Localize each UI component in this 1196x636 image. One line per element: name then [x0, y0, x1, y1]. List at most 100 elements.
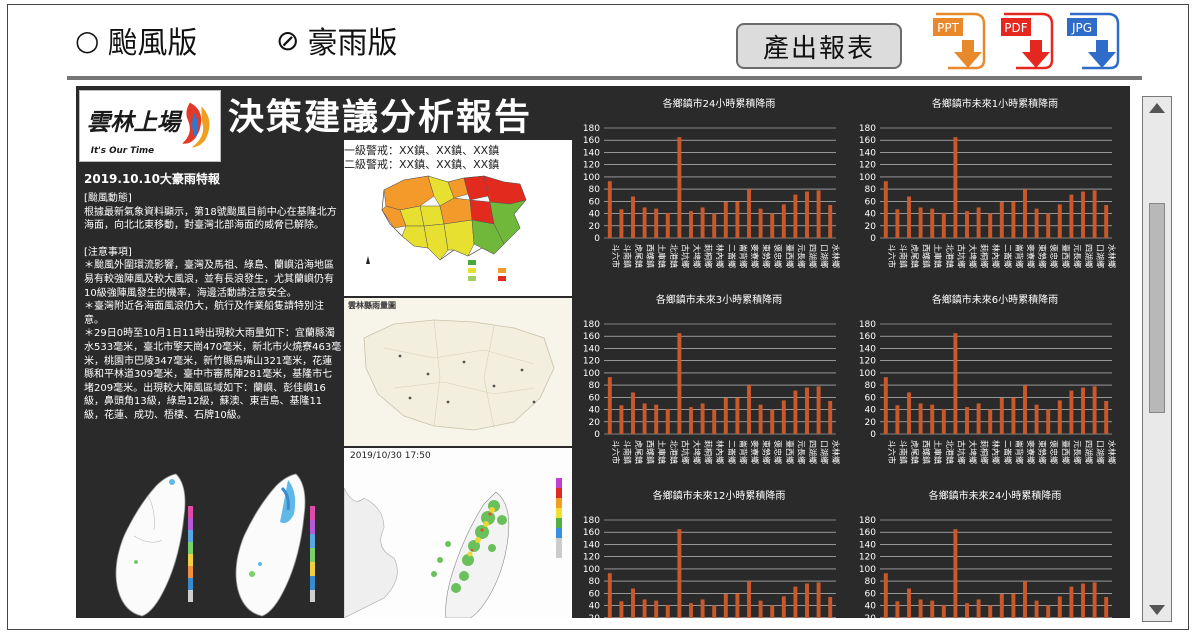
bar	[930, 404, 935, 434]
bar	[619, 601, 624, 618]
y-tick-label: 140	[583, 344, 600, 354]
bar	[941, 604, 946, 618]
scroll-down-button[interactable]	[1143, 599, 1171, 621]
bar	[747, 581, 751, 618]
x-tick-label: 虎尾鎮	[910, 244, 920, 268]
chart-title: 各鄉鎮市未來24小時累積降雨	[929, 489, 1062, 502]
y-tick-label: 60	[865, 589, 877, 599]
export-jpg-button[interactable]: JPG	[1064, 10, 1124, 72]
rainfall-charts: 各鄉鎮市24小時累積降雨 0 20 40 60 80 100 120 140 160 180 斗六市斗…	[574, 86, 1130, 618]
x-tick-label: 臺西鄉	[1061, 440, 1071, 464]
chart-title: 各鄉鎮市未來12小時累積降雨	[653, 489, 786, 502]
bar	[1081, 387, 1085, 434]
bar	[677, 333, 682, 434]
x-tick-label: 元長鄉	[1072, 440, 1082, 464]
y-tick-label: 100	[583, 369, 600, 379]
y-tick-label: 140	[583, 540, 600, 550]
scroll-up-button[interactable]	[1143, 97, 1171, 119]
x-tick-label: 斗南鎮	[898, 244, 908, 268]
bar	[758, 208, 763, 238]
bar	[895, 209, 900, 238]
x-tick-label: 麥寮鄉	[750, 244, 760, 268]
y-tick-label: 20	[589, 614, 601, 618]
y-tick-label: 160	[583, 332, 600, 342]
y-tick-label: 0	[870, 430, 876, 440]
bar	[654, 600, 659, 618]
bar	[712, 409, 717, 434]
x-tick-label: 口湖鄉	[820, 244, 830, 268]
chart-title: 各鄉鎮市未來1小時累積降雨	[932, 97, 1058, 110]
x-tick-label: 大埤鄉	[968, 244, 978, 268]
x-tick-label: 東勢鄉	[762, 244, 772, 268]
y-tick-label: 80	[865, 185, 877, 195]
bar	[781, 204, 786, 238]
y-tick-label: 180	[583, 124, 600, 134]
bar	[941, 212, 946, 238]
chart-4: 各鄉鎮市未來6小時累積降雨 0 20 40 60 80 100 120 140 160 180 斗六市…	[859, 293, 1117, 464]
export-ppt-button[interactable]: PPT	[930, 10, 990, 72]
x-tick-label: 古坑鄉	[680, 440, 690, 464]
bar	[883, 377, 888, 434]
jpg-label: JPG	[1071, 21, 1092, 35]
bar	[965, 603, 969, 618]
x-tick-label: 大埤鄉	[968, 440, 978, 464]
bar	[689, 603, 693, 618]
heavy-rain-version-option[interactable]: ⊘ 豪雨版	[276, 18, 397, 62]
bar	[988, 213, 993, 238]
bar	[988, 605, 993, 618]
bar	[941, 408, 946, 434]
bar	[805, 583, 809, 618]
x-tick-label: 林內鄉	[715, 244, 725, 268]
y-tick-label: 160	[859, 332, 876, 342]
bar	[735, 397, 740, 434]
bar	[758, 404, 763, 434]
x-tick-label: 元長鄉	[1072, 244, 1082, 268]
generate-report-button[interactable]: 產出報表	[736, 23, 902, 69]
typhoon-status-text: 根據最新氣象資料顯示，第18號颱風目前中心在基隆北方海面，向北北東移動，對臺灣北…	[84, 206, 337, 232]
bar	[1057, 596, 1062, 618]
x-tick-label: 古坑鄉	[956, 244, 966, 268]
bar	[1034, 208, 1039, 238]
x-tick-label: 斗南鎮	[898, 440, 908, 464]
typhoon-version-label: 颱風版	[107, 26, 198, 61]
pdf-label: PDF	[1004, 21, 1027, 35]
logo-tagline: It's Our Time	[91, 146, 154, 156]
y-tick-label: 20	[865, 614, 877, 618]
bar	[654, 404, 659, 434]
scroll-thumb[interactable]	[1149, 203, 1165, 413]
x-tick-label: 水林鄉	[1107, 440, 1117, 464]
export-pdf-button[interactable]: PDF	[998, 10, 1058, 72]
bar	[631, 392, 635, 434]
y-tick-label: 20	[865, 222, 877, 232]
x-tick-label: 二崙鄉	[727, 244, 737, 268]
x-tick-label: 大埤鄉	[692, 244, 702, 268]
x-tick-label: 水林鄉	[1107, 244, 1117, 268]
bar	[895, 601, 900, 618]
triangle-up-icon	[1149, 103, 1165, 113]
bar	[642, 599, 647, 618]
y-tick-label: 180	[583, 516, 600, 526]
y-tick-label: 60	[589, 393, 601, 403]
bar	[1057, 204, 1062, 238]
bar	[758, 600, 763, 618]
bar	[642, 207, 647, 238]
y-tick-label: 40	[865, 602, 877, 612]
x-tick-label: 古坑鄉	[956, 440, 966, 464]
typhoon-version-option[interactable]: ○ 颱風版	[75, 18, 197, 62]
bar	[816, 386, 821, 434]
rainfall-charts-svg: 各鄉鎮市24小時累積降雨020406080100120140160180斗六市斗…	[583, 97, 1117, 618]
x-tick-label: 虎尾鎮	[634, 244, 644, 268]
x-tick-label: 北港鎮	[669, 440, 679, 464]
x-tick-label: 林內鄉	[991, 440, 1001, 464]
warning-level-2: 二級警戒：XX鎮、XX鎮、XX鎮	[344, 158, 500, 171]
x-tick-label: 水林鄉	[831, 440, 841, 464]
bar	[965, 211, 969, 238]
bar	[1023, 581, 1027, 618]
y-tick-label: 120	[859, 161, 876, 171]
bar	[976, 207, 981, 238]
vertical-scrollbar[interactable]	[1142, 96, 1172, 622]
bar	[712, 605, 717, 618]
y-tick-label: 120	[583, 357, 600, 367]
bar	[988, 409, 993, 434]
x-tick-label: 崙背鄉	[1014, 440, 1024, 464]
